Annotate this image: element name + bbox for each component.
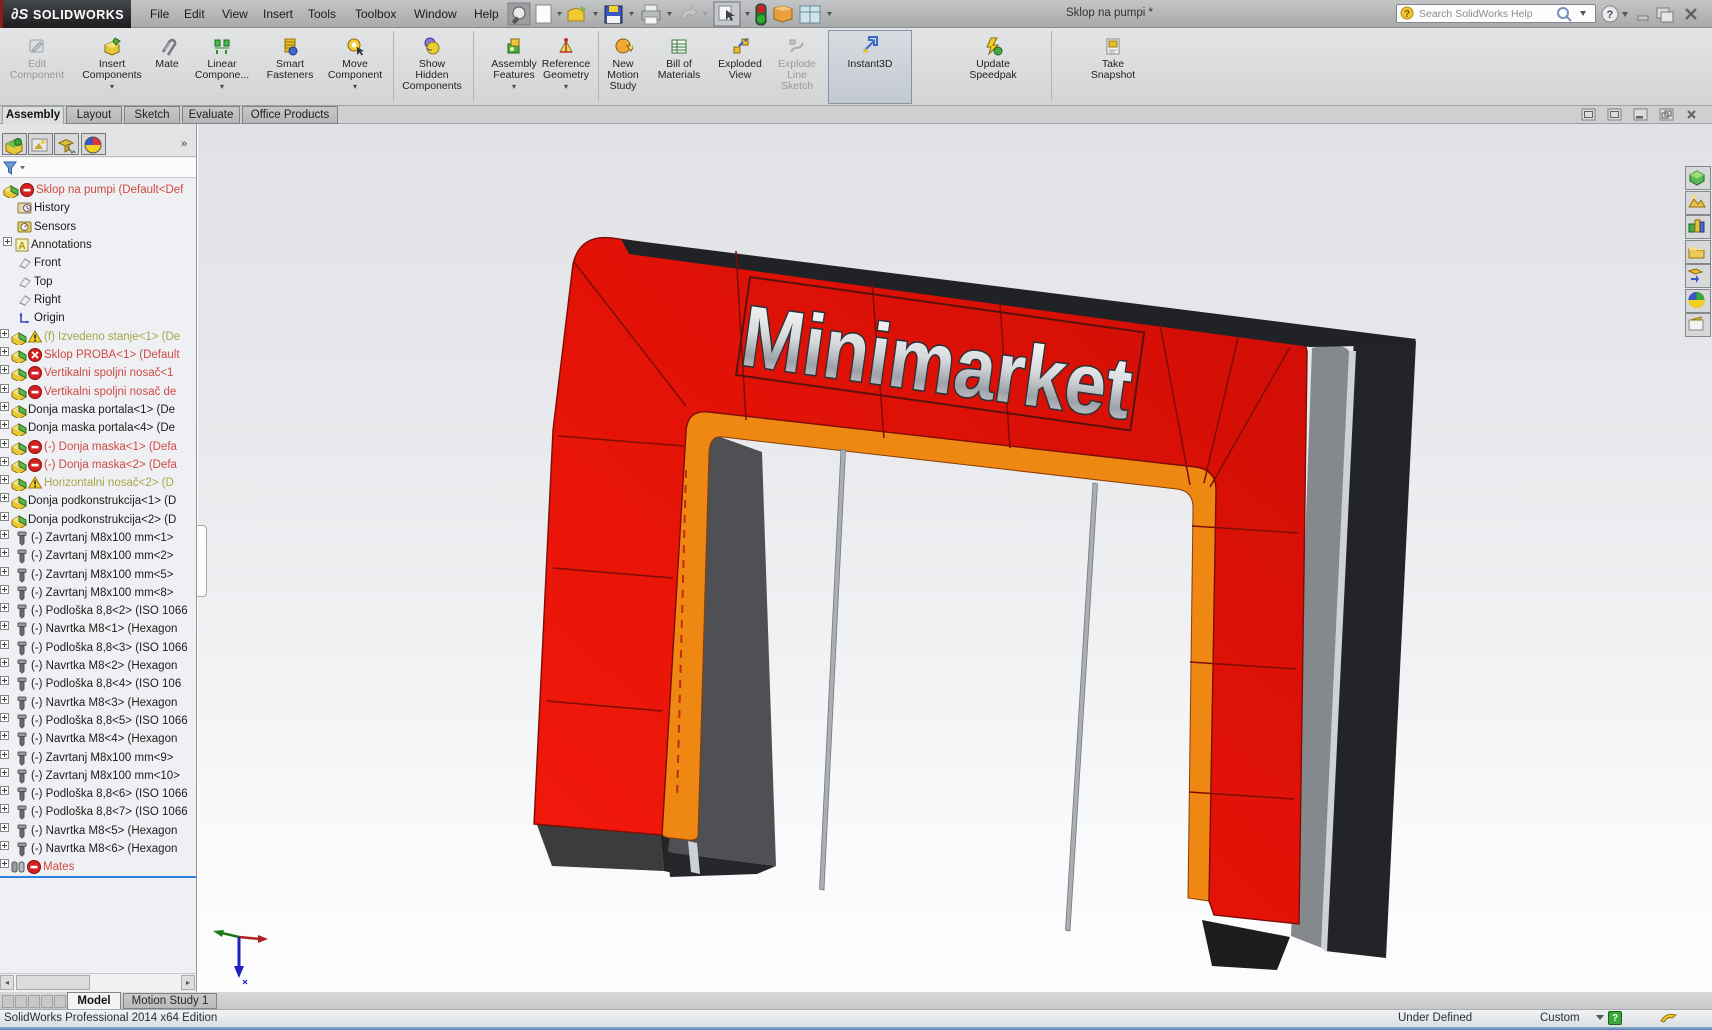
svg-text:SOLIDWORKS: SOLIDWORKS [33, 8, 124, 22]
svg-text:Search SolidWorks Help: Search SolidWorks Help [1419, 8, 1533, 20]
svg-text:?: ? [1404, 9, 1410, 20]
svg-text:∂S: ∂S [11, 6, 28, 23]
svg-text:?: ? [1607, 9, 1614, 21]
